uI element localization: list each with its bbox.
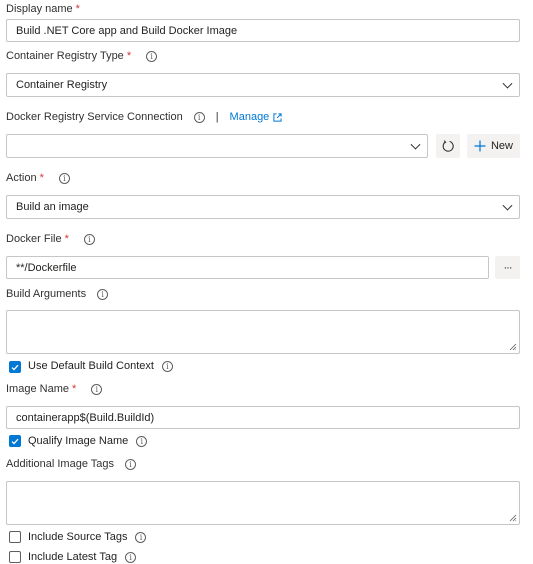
browse-button[interactable]: ···: [495, 256, 520, 279]
include-latest-tag-label[interactable]: Include Latest Tag i: [28, 551, 137, 563]
info-icon[interactable]: i: [135, 531, 147, 543]
info-icon[interactable]: i: [136, 435, 148, 447]
include-latest-tag-checkbox[interactable]: [9, 551, 21, 563]
docker-registry-connection-label: Docker Registry Service Connection i | Mana…: [6, 111, 282, 123]
new-button-label: New: [490, 140, 513, 152]
docker-file-input[interactable]: **/Dockerfile: [6, 256, 489, 279]
build-arguments-textarea[interactable]: [6, 310, 520, 354]
external-link-icon[interactable]: [273, 112, 282, 122]
resize-grip-icon[interactable]: [509, 343, 517, 351]
image-name-input[interactable]: containerapp$(Build.BuildId): [6, 406, 520, 429]
additional-image-tags-label: Additional Image Tags i: [6, 458, 137, 470]
use-default-build-context-checkbox[interactable]: [9, 361, 21, 373]
action-label: Action * i: [6, 172, 70, 184]
display-name-input[interactable]: Build .NET Core app and Build Docker Ima…: [6, 19, 520, 42]
info-icon[interactable]: i: [83, 233, 95, 245]
qualify-image-name-checkbox[interactable]: [9, 435, 21, 447]
info-icon[interactable]: i: [193, 111, 205, 123]
image-name-value: containerapp$(Build.BuildId): [16, 411, 155, 424]
manage-link[interactable]: Manage: [230, 111, 270, 123]
required-marker: *: [39, 172, 44, 184]
info-icon[interactable]: i: [161, 360, 173, 372]
container-registry-type-dropdown[interactable]: Container Registry: [6, 73, 520, 97]
display-name-label: Display name *: [6, 3, 80, 15]
required-marker: *: [126, 50, 132, 62]
chevron-down-icon: [410, 139, 421, 150]
checkmark-icon: [11, 438, 19, 445]
docker-file-value: **/Dockerfile: [16, 261, 77, 274]
container-registry-type-label: Container Registry Type * i: [6, 50, 158, 62]
separator: |: [215, 111, 219, 123]
chevron-down-icon: [502, 78, 513, 89]
action-value: Build an image: [16, 201, 89, 213]
required-marker: *: [64, 233, 69, 245]
include-source-tags-checkbox[interactable]: [9, 531, 21, 543]
info-icon[interactable]: i: [58, 172, 70, 184]
refresh-icon: [442, 140, 454, 152]
required-marker: *: [75, 3, 80, 15]
action-dropdown[interactable]: Build an image: [6, 195, 520, 219]
additional-image-tags-textarea[interactable]: [6, 481, 520, 525]
display-name-value: Build .NET Core app and Build Docker Ima…: [16, 24, 238, 37]
build-arguments-label: Build Arguments i: [6, 288, 109, 300]
required-marker: *: [71, 383, 77, 395]
chevron-down-icon: [502, 200, 513, 211]
container-registry-type-value: Container Registry: [16, 79, 108, 91]
checkmark-icon: [11, 364, 19, 371]
resize-grip-icon[interactable]: [509, 514, 517, 522]
info-icon[interactable]: i: [146, 50, 158, 62]
include-source-tags-label[interactable]: Include Source Tags i: [28, 531, 147, 543]
info-icon[interactable]: i: [125, 458, 137, 470]
info-icon[interactable]: i: [91, 383, 103, 395]
qualify-image-name-label[interactable]: Qualify Image Name i: [28, 435, 148, 447]
image-name-label: Image Name * i: [6, 383, 103, 395]
info-icon[interactable]: i: [125, 551, 137, 563]
docker-registry-connection-dropdown[interactable]: [6, 134, 428, 158]
ellipsis-icon: ···: [503, 261, 513, 274]
plus-icon: [474, 140, 486, 152]
docker-file-label: Docker File * i: [6, 233, 95, 245]
refresh-button[interactable]: [436, 134, 460, 158]
use-default-build-context-label[interactable]: Use Default Build Context i: [28, 360, 173, 372]
info-icon[interactable]: i: [97, 288, 109, 300]
new-connection-button[interactable]: New: [467, 134, 520, 158]
